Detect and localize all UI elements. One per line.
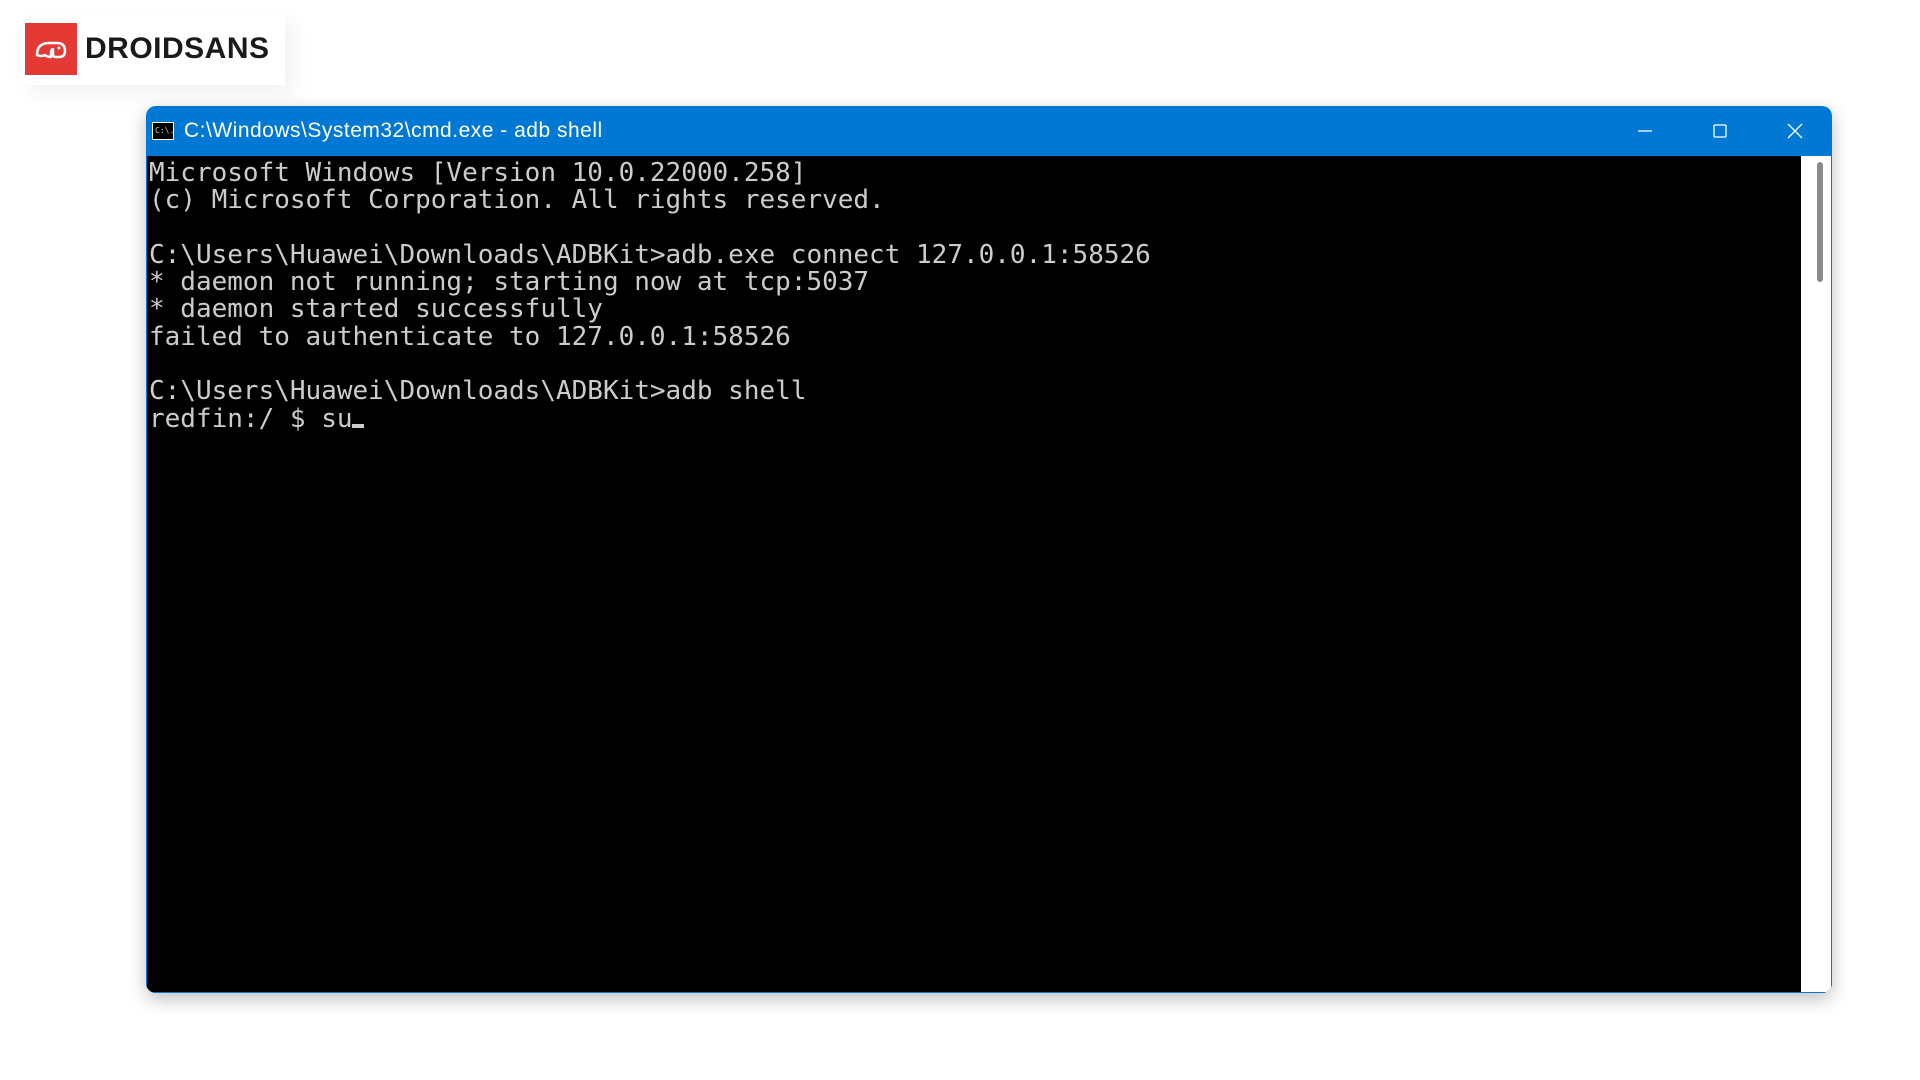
shell-input: su — [321, 404, 352, 434]
terminal-output: Microsoft Windows [Version 10.0.22000.25… — [149, 160, 1829, 406]
cmd-window: C:\. C:\Windows\System32\cmd.exe - adb s… — [146, 106, 1832, 993]
close-icon — [1787, 123, 1803, 139]
minimize-icon — [1638, 124, 1652, 138]
close-button[interactable] — [1757, 106, 1832, 156]
terminal-input-line: redfin:/ $ su — [149, 406, 1829, 433]
window-titlebar[interactable]: C:\. C:\Windows\System32\cmd.exe - adb s… — [146, 106, 1832, 156]
maximize-button[interactable] — [1682, 106, 1757, 156]
brand-logo-text: DROIDSANS — [85, 32, 270, 66]
shell-prompt: redfin:/ $ — [149, 404, 321, 434]
scrollbar-track[interactable] — [1801, 156, 1831, 992]
terminal-area[interactable]: Microsoft Windows [Version 10.0.22000.25… — [146, 156, 1832, 993]
droid-icon — [33, 35, 69, 63]
scrollbar-thumb[interactable] — [1817, 162, 1823, 282]
text-cursor — [352, 424, 364, 428]
brand-logo: DROIDSANS — [20, 13, 285, 85]
minimize-button[interactable] — [1607, 106, 1682, 156]
brand-logo-icon — [25, 23, 77, 75]
cmd-icon: C:\. — [152, 122, 174, 140]
window-controls — [1607, 106, 1832, 156]
window-title: C:\Windows\System32\cmd.exe - adb shell — [184, 119, 603, 143]
maximize-icon — [1713, 124, 1727, 138]
